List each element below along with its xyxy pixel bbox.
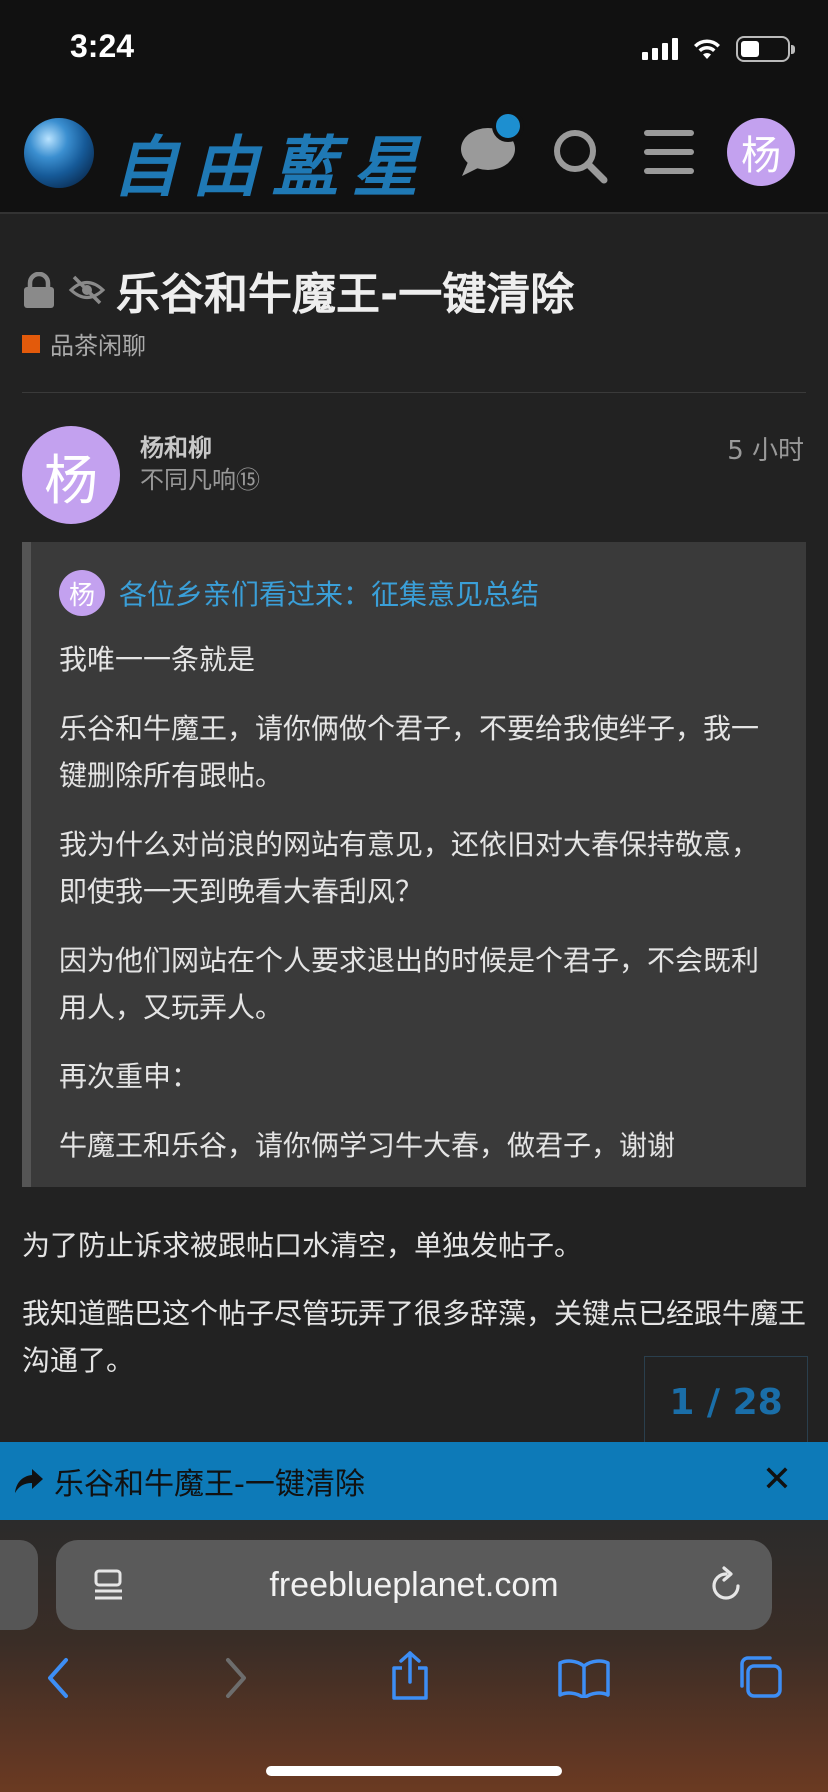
wifi-icon	[694, 39, 720, 59]
category-label: 品茶闲聊	[50, 332, 146, 360]
post-username[interactable]: 杨和柳	[140, 428, 212, 463]
site-logo-globe[interactable]	[24, 118, 94, 188]
share-banner[interactable]: 乐谷和牛魔王-一键清除 ✕	[0, 1442, 828, 1520]
quote-source-link[interactable]: 各位乡亲们看过来：征集意见总结	[119, 573, 539, 613]
title-divider	[22, 392, 806, 393]
post-paragraph: 为了防止诉求被跟帖口水清空，单独发帖子。	[22, 1229, 583, 1262]
close-icon[interactable]: ✕	[762, 1460, 792, 1500]
quote-header: 杨 各位乡亲们看过来：征集意见总结	[59, 570, 772, 616]
bookmarks-icon[interactable]	[558, 1658, 610, 1698]
search-icon[interactable]	[550, 126, 610, 186]
post-author-avatar[interactable]: 杨	[22, 426, 120, 524]
quote-paragraph: 我唯一一条就是	[59, 643, 256, 676]
address-bar[interactable]: freeblueplanet.com	[56, 1540, 772, 1630]
battery-icon	[736, 36, 795, 62]
status-icons	[642, 36, 795, 62]
user-avatar[interactable]: 杨	[727, 118, 795, 186]
topic-progress-indicator[interactable]: 1 / 28	[644, 1356, 808, 1448]
forward-arrow-icon[interactable]	[222, 1656, 250, 1700]
quote-avatar[interactable]: 杨	[59, 570, 105, 616]
quote-paragraph: 因为他们网站在个人要求退出的时候是个君子，不会既利用人，又玩弄人。	[59, 944, 760, 1024]
quote-paragraph: 乐谷和牛魔王，请你俩做个君子，不要给我使绊子，我一键删除所有跟帖。	[59, 712, 760, 792]
quote-paragraph: 我为什么对尚浪的网站有意见，还依旧对大春保持敬意，即使我一天到晚看大春刮风？	[59, 828, 760, 908]
share-banner-title: 乐谷和牛魔王-一键清除	[54, 1467, 365, 1502]
status-time: 3:24	[70, 28, 135, 64]
site-logo-text[interactable]: 自由藍星	[112, 114, 432, 210]
eye-off-icon	[68, 275, 106, 305]
share-icon[interactable]	[388, 1650, 432, 1702]
quote-paragraph: 牛魔王和乐谷，请你俩学习牛大春，做君子，谢谢	[59, 1129, 676, 1162]
back-arrow-icon[interactable]	[44, 1656, 72, 1700]
topic-title-row: 乐谷和牛魔王-一键清除	[22, 258, 574, 322]
hamburger-menu-icon[interactable]	[644, 130, 694, 174]
site-header: 自由藍星 杨	[0, 100, 828, 214]
previous-tab-stub[interactable]	[0, 1540, 38, 1630]
cellular-signal-icon	[642, 38, 678, 60]
post-user-title: 不同凡响⑮	[140, 466, 260, 494]
reload-icon[interactable]	[708, 1566, 744, 1604]
post-time[interactable]: 5 小时	[727, 430, 804, 467]
category-badge[interactable]: 品茶闲聊	[22, 326, 146, 361]
quote-paragraph: 再次重申：	[59, 1060, 200, 1093]
tabs-icon[interactable]	[736, 1654, 784, 1700]
category-color-square	[22, 334, 40, 353]
browser-toolbar: freeblueplanet.com	[0, 1520, 828, 1792]
notification-dot[interactable]	[492, 110, 524, 142]
status-bar: 3:24	[0, 0, 828, 100]
topic-title[interactable]: 乐谷和牛魔王-一键清除	[116, 258, 574, 322]
share-arrow-icon	[15, 1469, 43, 1493]
home-indicator[interactable]	[266, 1766, 562, 1776]
quote-block: 杨 各位乡亲们看过来：征集意见总结 我唯一一条就是 乐谷和牛魔王，请你俩做个君子…	[22, 542, 806, 1187]
lock-icon	[24, 272, 54, 308]
url-text[interactable]: freeblueplanet.com	[56, 1566, 772, 1605]
